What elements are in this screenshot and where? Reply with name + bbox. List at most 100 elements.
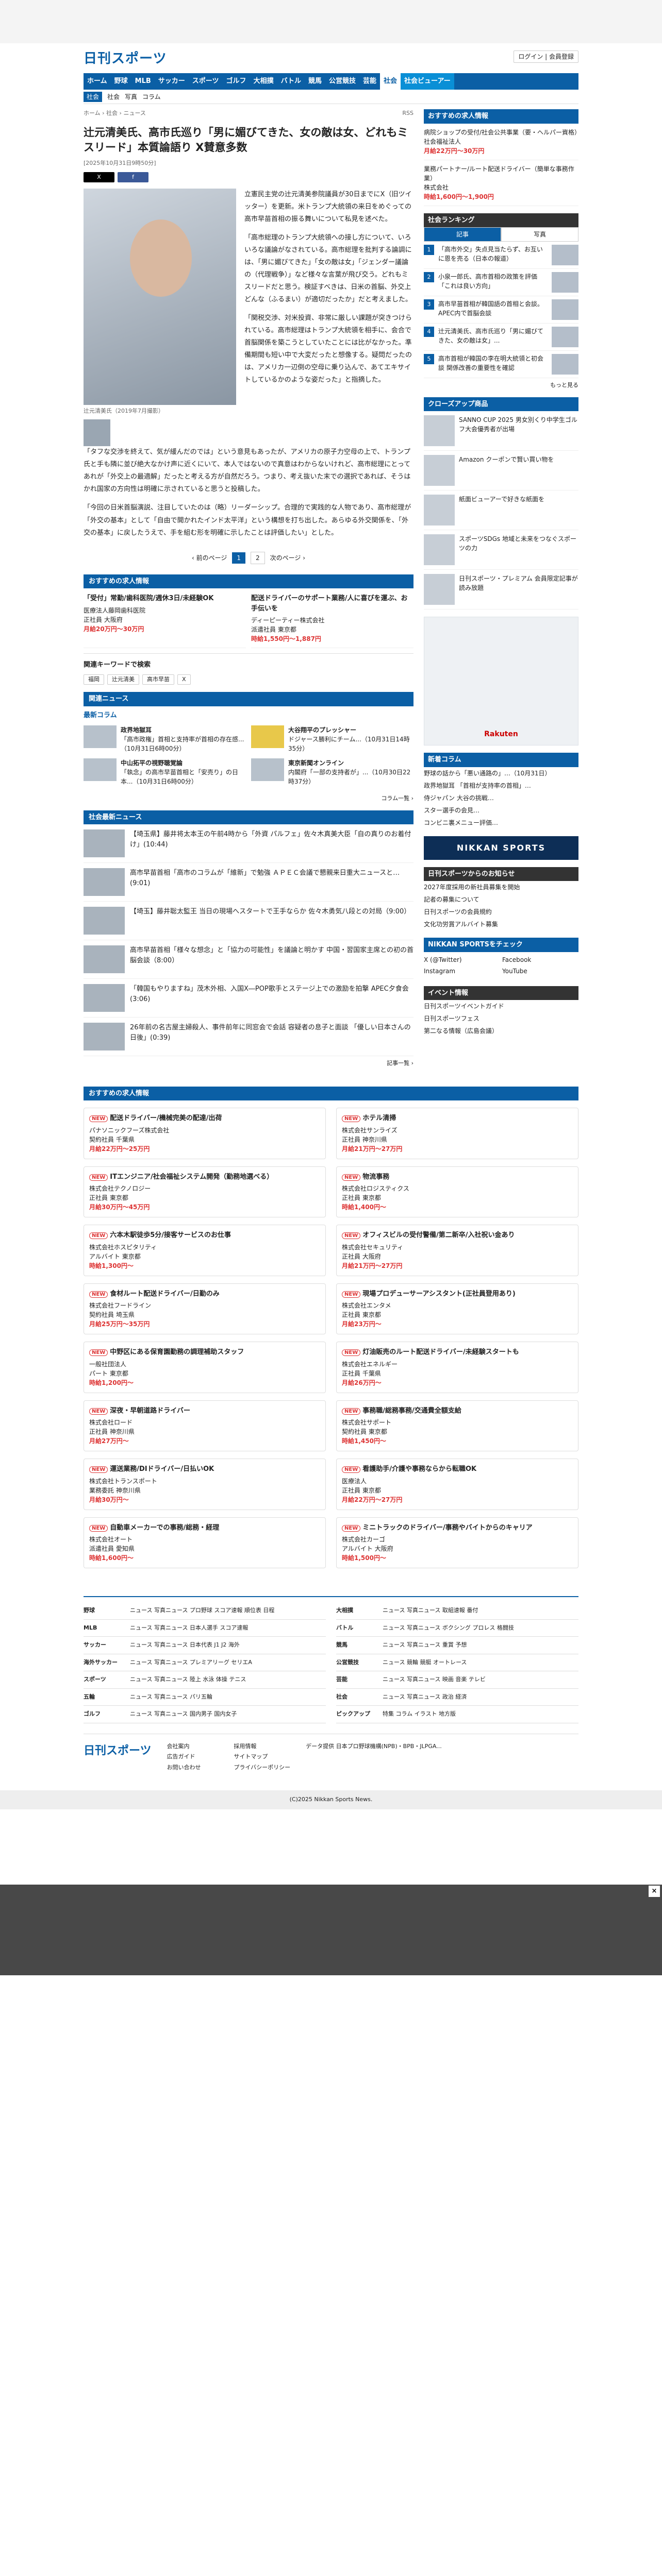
footer-category[interactable]: 社会 [336, 1693, 383, 1702]
news-row[interactable]: 26年前の名古屋主婦殺人、事件前年に同窓会で会話 容疑者の息子と面談 「優しい日… [84, 1018, 413, 1057]
job-card[interactable]: NEW 深夜・早朝道路ドライバー 株式会社ロード 正社員 神奈川県 月給27万円〜 [84, 1400, 326, 1452]
job-card[interactable]: NEW 灯油販売のルート配送ドライバー/未経験スタートも 株式会社エネルギー 正社員 … [336, 1342, 578, 1393]
pr-item[interactable]: SANNO CUP 2025 男女別くり中学生ゴルフ大会優秀者が出場 [424, 411, 578, 451]
footer-link[interactable]: お問い合わせ [167, 1764, 224, 1772]
close-icon[interactable]: × [649, 1886, 660, 1897]
job-card[interactable]: NEW ホテル清掃 株式会社サンライズ 正社員 神奈川県 月給21万円〜27万円 [336, 1108, 578, 1159]
footer-links[interactable]: ニュース 写真ニュース 日本人選手 スコア速報 [130, 1624, 248, 1633]
footer-links[interactable]: ニュース 写真ニュース ボクシング プロレス 格闘技 [383, 1624, 514, 1633]
next-page-link[interactable]: 次のページ › [270, 553, 305, 563]
footer-category[interactable]: スポーツ [84, 1675, 130, 1684]
news-row[interactable]: 「韓国もやりますね」茂木外相、入国X―POP歌手とステージ上での激励を拍撃 AP… [84, 979, 413, 1018]
footer-category[interactable]: 五輪 [84, 1693, 130, 1702]
footer-link[interactable]: 広告ガイド [167, 1753, 224, 1761]
rss-link[interactable]: RSS [402, 109, 413, 118]
nav-item[interactable]: 社会ビューアー [401, 73, 454, 90]
keyword-tag[interactable]: 辻元清美 [107, 674, 139, 685]
keyword-tag[interactable]: 高市早苗 [142, 674, 174, 685]
nav-item[interactable]: 社会 [380, 73, 401, 90]
nav-item[interactable]: 芸能 [359, 73, 380, 90]
pr-item[interactable]: 紙面ビューアーで好きな紙面を [424, 490, 578, 530]
latest-item[interactable]: 侍ジャパン 大谷の挑戦… [424, 792, 578, 804]
footer-category[interactable]: 海外サッカー [84, 1658, 130, 1667]
footer-links[interactable]: ニュース 写真ニュース パリ五輪 [130, 1693, 212, 1702]
job-card[interactable]: NEW 運送業務/DIドライバー/日払いOK 株式会社トランスポート 業務委託 神奈川… [84, 1459, 326, 1510]
tab-articles[interactable]: 記事 [424, 227, 501, 242]
pr-item[interactable]: スポーツSDGs 地域と未来をつなぐスポーツの力 [424, 530, 578, 570]
site-logo[interactable]: 日刊スポーツ [84, 49, 187, 68]
latest-item[interactable]: 政界地獄耳 「首相が支持率の首相」… [424, 779, 578, 792]
nav-item[interactable]: バトル [277, 73, 305, 90]
job-card[interactable]: NEW ミニトラックのドライバー/事務やバイトからのキャリア 株式会社カーゴ アルバイ… [336, 1517, 578, 1569]
job-card[interactable]: NEW 自動車メーカーでの事務/総務・経理 株式会社オート 派遣社員 愛知県 時給1,6… [84, 1517, 326, 1569]
keyword-tag[interactable]: X [177, 674, 191, 685]
subnav-item[interactable]: コラム [142, 92, 161, 101]
footer-links[interactable]: ニュース 写真ニュース プレミアリーグ セリエA [130, 1658, 252, 1667]
breadcrumb-text[interactable]: ホーム › 社会 › ニュース [84, 109, 146, 118]
sns-link[interactable]: X (@Twitter) [424, 955, 500, 964]
subnav-item[interactable]: 写真 [125, 92, 137, 101]
pr-item[interactable]: Amazon クーポンで賢い買い物を [424, 451, 578, 490]
notice-link[interactable]: 2027年度採用の新社員募集を開始 [424, 881, 578, 893]
notice-link[interactable]: 日刊スポーツの会員規約 [424, 906, 578, 918]
nav-item[interactable]: 野球 [111, 73, 131, 90]
news-row[interactable]: 高市早苗首相「様々な想念」と「協力の可能性」を議論と明かす 中国・習国家主席との… [84, 940, 413, 979]
nav-item[interactable]: サッカー [155, 73, 189, 90]
more-link[interactable]: コラム一覧 › [84, 794, 413, 803]
news-row[interactable]: 【埼玉県】藤井将太本王の午前4時から「外資 パルフェ」佐々木真美大臣「自の真りの… [84, 824, 413, 863]
keyword-tag[interactable]: 福岡 [84, 674, 104, 685]
footer-links[interactable]: ニュース 写真ニュース 重賞 予想 [383, 1641, 467, 1650]
notice-link[interactable]: 文化功労賞アルバイト募集 [424, 918, 578, 930]
news-card[interactable]: 中山拓平の視野聴覚論 「執念」の高市早苗首相と「安売り」の日本...（10月31日… [84, 758, 246, 786]
job-card[interactable]: NEW 事務職/総務事務/交通費全額支給 株式会社サポート 契約社員 東京都 時給1,4… [336, 1400, 578, 1452]
subnav-item[interactable]: 社会 [107, 92, 120, 101]
event-link[interactable]: 日刊スポーツイベントガイド [424, 1000, 578, 1012]
footer-category[interactable]: 大相撲 [336, 1606, 383, 1615]
nav-item[interactable]: 大相撲 [250, 73, 277, 90]
facebook-share-button[interactable]: f [118, 172, 148, 182]
thumbnail[interactable] [84, 419, 110, 447]
footer-category[interactable]: 野球 [84, 1606, 130, 1615]
footer-link[interactable]: サイトマップ [234, 1753, 290, 1761]
event-link[interactable]: 第二なる情報（広島会議） [424, 1025, 578, 1037]
footer-link[interactable]: 採用情報 [234, 1742, 290, 1751]
ad-banner[interactable]: Rakuten [424, 617, 578, 745]
job-card[interactable]: NEW オフィスビルの受付警備/第二新卒/入社祝い金あり 株式会社セキュリティ 正社員… [336, 1225, 578, 1276]
footer-logo[interactable]: 日刊スポーツ [84, 1742, 152, 1772]
login-button[interactable]: ログイン | 会員登録 [514, 50, 578, 63]
job-card[interactable]: NEW 六本木駅徒歩5分/接客サービスのお仕事 株式会社ホスピタリティ アルバイト 東… [84, 1225, 326, 1276]
more-link[interactable]: もっと見る [424, 381, 578, 390]
footer-category[interactable]: バトル [336, 1624, 383, 1633]
nav-item[interactable]: ゴルフ [223, 73, 250, 90]
sns-link[interactable]: YouTube [502, 967, 578, 976]
footer-links[interactable]: ニュース 写真ニュース 国内男子 国内女子 [130, 1710, 237, 1719]
news-card[interactable]: 東京新聞オンライン 内閣府「一部の支持者が」...（10月30日22時37分） [251, 758, 413, 786]
nav-item[interactable]: ホーム [84, 73, 111, 90]
x-share-button[interactable]: X [84, 172, 114, 182]
news-row[interactable]: 高市早苗首相「高市のコラムが「維新」で勉強 ＡＰＥＣ会議で懇親来日重大ニュースと… [84, 863, 413, 902]
footer-category[interactable]: ピックアップ [336, 1710, 383, 1719]
ranking-item[interactable]: 4 辻元清美氏、高市氏巡り「男に媚びてきた、女の敵は女」... [424, 324, 578, 351]
footer-link[interactable]: プライバシーポリシー [234, 1764, 290, 1772]
latest-item[interactable]: 野球の話から「悪い通路の」…（10月31日） [424, 767, 578, 779]
footer-links[interactable]: ニュース 写真ニュース 映画 音楽 テレビ [383, 1675, 486, 1684]
footer-links[interactable]: ニュース 写真ニュース 政治 経済 [383, 1693, 467, 1702]
news-card[interactable]: 政界地獄耳 「高市政権」首相と支持率が首相の存在感...（10月31日6時00分） [84, 725, 246, 753]
job-card[interactable]: NEW ITエンジニア/社会福祉システム開発（勤務地選べる） 株式会社テクノロジー正… [84, 1166, 326, 1218]
more-link[interactable]: 記事一覧 › [84, 1059, 413, 1068]
ranking-item[interactable]: 2 小泉一郎氏、高市首相の政策を評価「これは良い方向」 [424, 269, 578, 296]
page-1[interactable]: 1 [232, 552, 245, 564]
job-listing[interactable]: 「受付」常勤/歯科医院/週休3日/未経験OK 医療法人藤岡歯科医院 正社員 大阪府月… [84, 594, 246, 649]
article-image[interactable] [84, 188, 236, 405]
footer-links[interactable]: ニュース 写真ニュース プロ野球 スコア速報 順位表 日程 [130, 1606, 274, 1615]
ranking-item[interactable]: 5 高市首相が韓国の李在明大統領と初会談 関係改善の重要性を確認 [424, 351, 578, 378]
ranking-item[interactable]: 3 高市早苗首相が韓国語の首相と会談。APEC内で首脳会談 [424, 296, 578, 324]
nav-item[interactable]: 公営競技 [325, 73, 359, 90]
sns-link[interactable]: Facebook [502, 955, 578, 964]
pr-item[interactable]: 日刊スポーツ・プレミアム 会員限定記事が読み放題 [424, 570, 578, 609]
sns-link[interactable]: Instagram [424, 967, 500, 976]
nav-item[interactable]: スポーツ [189, 73, 223, 90]
footer-category[interactable]: MLB [84, 1624, 130, 1633]
footer-links[interactable]: ニュース 写真ニュース 取組速報 番付 [383, 1606, 478, 1615]
footer-links[interactable]: 特集 コラム イラスト 地方版 [383, 1710, 456, 1719]
